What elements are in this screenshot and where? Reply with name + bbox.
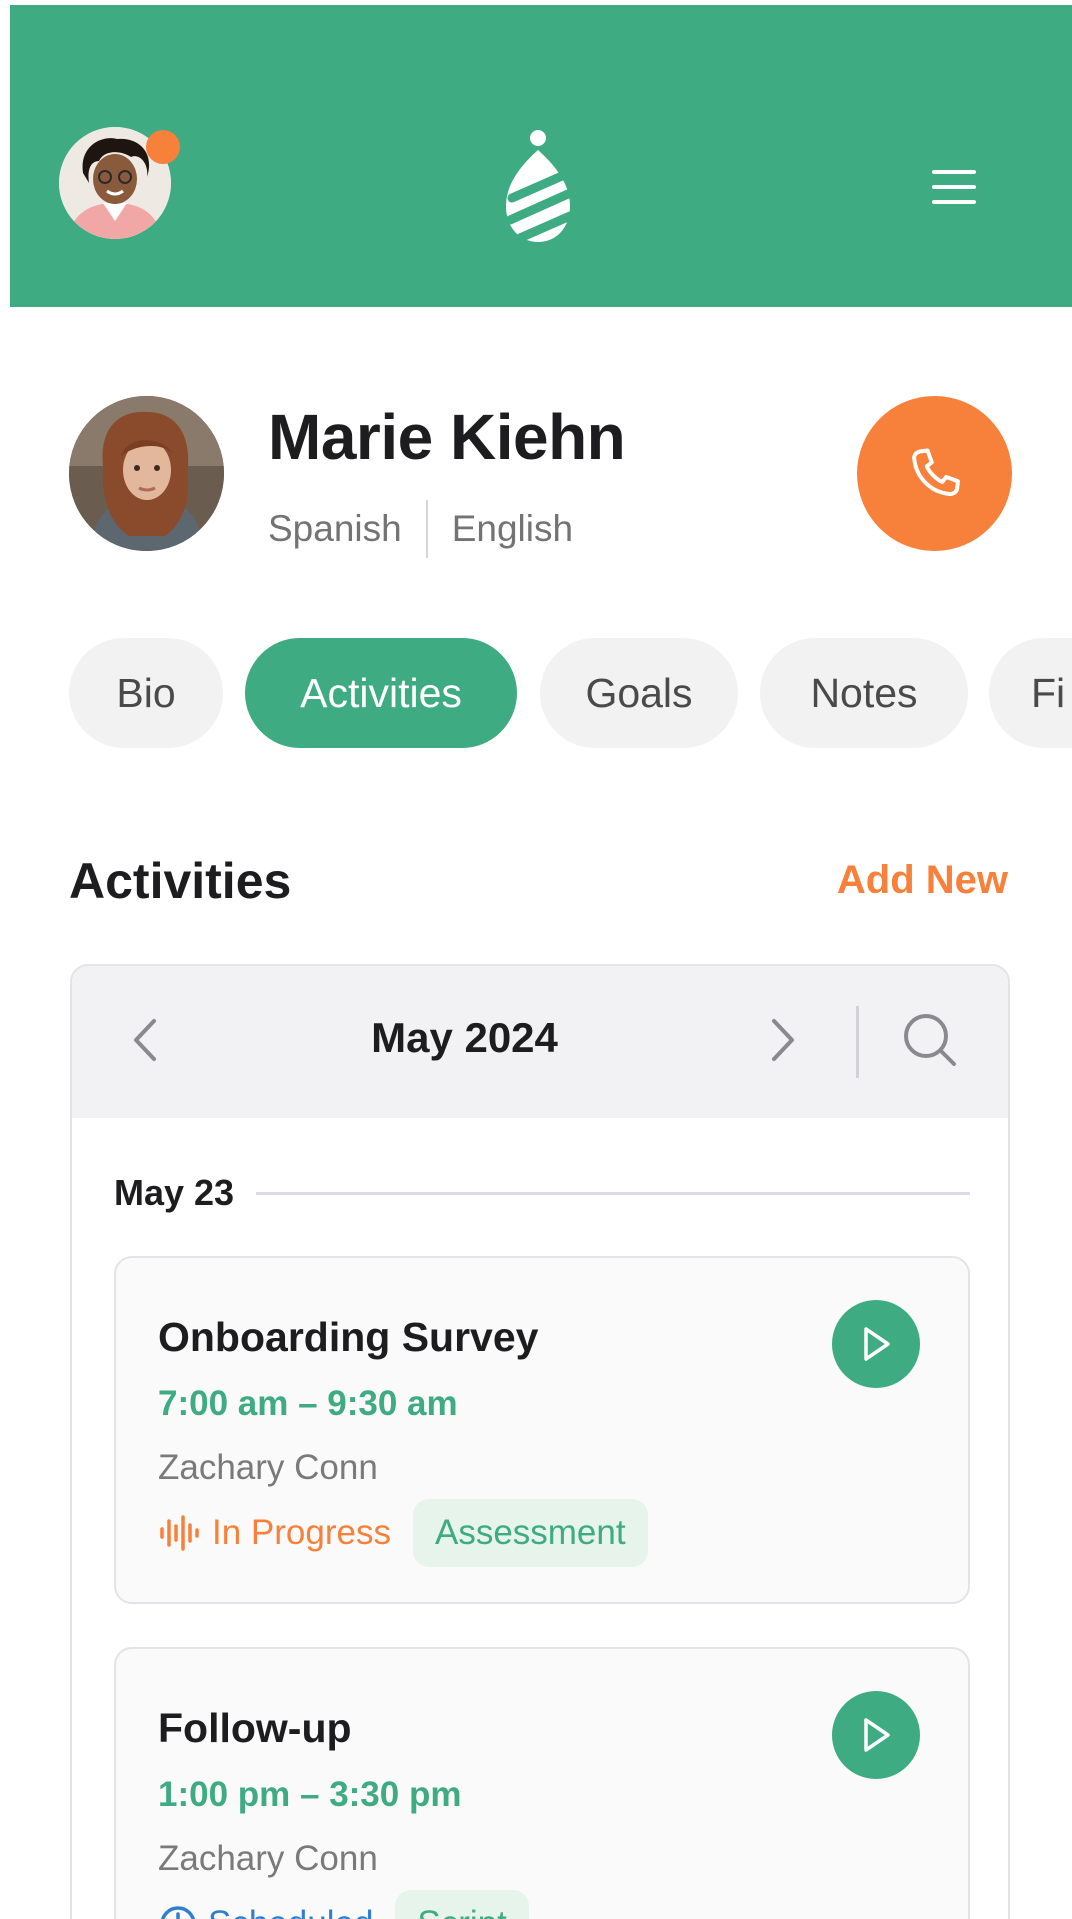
contact-photo (69, 396, 224, 551)
hamburger-menu-icon[interactable] (926, 166, 980, 208)
activity-status: In Progress (158, 1513, 391, 1553)
activity-tag: Assessment (412, 1499, 648, 1567)
app-header (10, 5, 1072, 307)
month-navigator: May 2024 (72, 966, 1008, 1118)
chevron-right-icon (772, 1019, 794, 1061)
contact-photo-image (69, 396, 224, 551)
add-new-link[interactable]: Add New (837, 858, 1008, 903)
month-bar-divider (856, 1006, 859, 1078)
play-icon (864, 1327, 890, 1361)
language-primary: Spanish (268, 508, 402, 549)
tab-activities[interactable]: Activities (245, 638, 517, 748)
activity-title: Follow-up (158, 1705, 352, 1751)
tab-bio[interactable]: Bio (69, 638, 223, 748)
date-label: May 23 (114, 1172, 235, 1213)
brand-logo-icon (498, 128, 578, 248)
notification-dot (146, 130, 180, 164)
audio-wave-icon (160, 1515, 199, 1551)
activity-title: Onboarding Survey (158, 1314, 539, 1360)
activity-card[interactable]: Follow-up 1:00 pm – 3:30 pm Zachary Conn… (114, 1647, 970, 1919)
app-screen: Marie Kiehn Spanish English Bio Activiti… (0, 0, 1072, 1919)
activity-meta: Scheduled Script (158, 1889, 529, 1919)
activities-heading: Activities (69, 853, 292, 909)
date-divider-line (256, 1191, 970, 1195)
search-icon (904, 1014, 956, 1066)
activity-status-label: Scheduled (208, 1904, 373, 1919)
profile-tabs: Bio Activities Goals Notes Fi (69, 638, 1072, 750)
month-label: May 2024 (371, 1014, 558, 1061)
clock-icon (160, 1906, 196, 1919)
activity-person: Zachary Conn (158, 1448, 378, 1487)
date-group-header: May 23 (114, 1166, 970, 1220)
activities-panel: May 2024 May 23 Onboarding Survey 7:00 a… (70, 964, 1010, 1919)
tab-notes[interactable]: Notes (760, 638, 968, 748)
tab-files[interactable]: Fi (989, 638, 1072, 748)
language-secondary: English (451, 508, 574, 549)
activity-status: Scheduled (158, 1904, 373, 1919)
tab-goals[interactable]: Goals (540, 638, 738, 748)
search-button[interactable] (894, 1004, 966, 1076)
language-divider (425, 500, 428, 558)
call-button[interactable] (857, 396, 1012, 551)
activity-time: 7:00 am – 9:30 am (158, 1384, 458, 1423)
play-icon (864, 1718, 890, 1752)
language-list: Spanish English (268, 500, 573, 558)
activity-tag: Script (395, 1890, 529, 1919)
activity-card[interactable]: Onboarding Survey 7:00 am – 9:30 am Zach… (114, 1256, 970, 1604)
activity-status-label: In Progress (212, 1513, 391, 1552)
contact-name: Marie Kiehn (268, 401, 626, 473)
activity-meta: In Progress Assessment (158, 1498, 648, 1568)
next-month-button[interactable] (752, 1010, 812, 1070)
phone-icon (911, 448, 960, 496)
play-activity-button[interactable] (832, 1300, 920, 1388)
activity-time: 1:00 pm – 3:30 pm (158, 1775, 462, 1814)
play-activity-button[interactable] (832, 1691, 920, 1779)
activity-person: Zachary Conn (158, 1839, 378, 1878)
